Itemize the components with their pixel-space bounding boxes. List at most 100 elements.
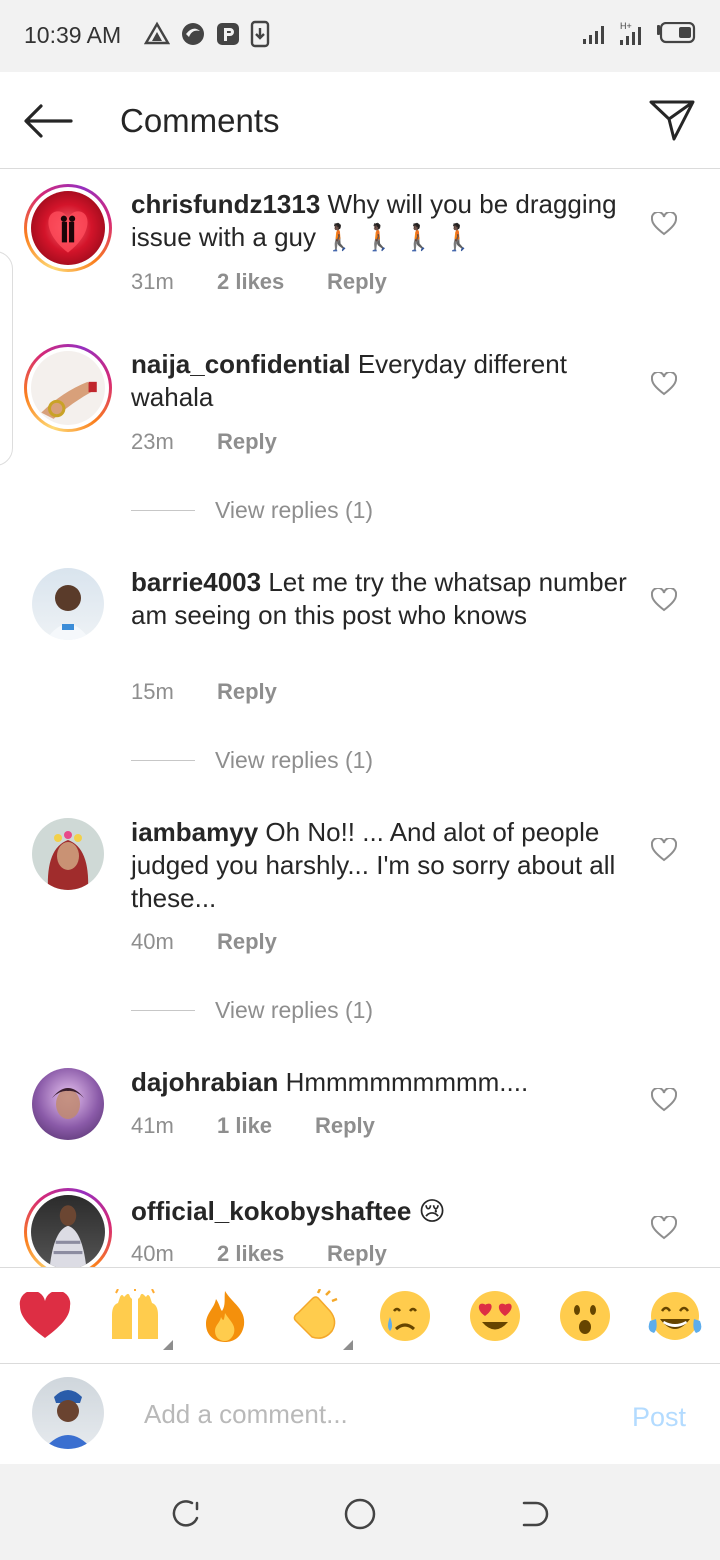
tears-of-joy-icon (648, 1292, 702, 1340)
reply-button[interactable]: Reply (217, 679, 277, 705)
comment-likes[interactable]: 2 likes (217, 1241, 327, 1267)
comment-likes[interactable]: 2 likes (217, 269, 327, 295)
status-bar: 10:39 AM H+ (0, 0, 720, 72)
status-system-icons: H+ (582, 20, 696, 46)
avatar[interactable] (24, 344, 112, 432)
like-heart-button[interactable] (648, 209, 680, 239)
download-notification-icon (250, 20, 270, 48)
view-replies-button[interactable]: View replies (1) (131, 497, 373, 524)
comment-time: 40m (131, 929, 174, 954)
side-edge-panel-handle[interactable] (0, 251, 13, 466)
home-button[interactable] (340, 1494, 380, 1534)
crying-face-icon (380, 1291, 430, 1341)
comment-list[interactable]: chrisfundz1313 Why will you be dragging … (0, 169, 720, 1267)
reply-button[interactable]: Reply (327, 1241, 387, 1267)
comment-text: iambamyy Oh No!! ... And alot of people … (131, 816, 631, 915)
avatar[interactable] (24, 1188, 112, 1267)
crying-face-emoji-button[interactable] (377, 1288, 433, 1344)
like-heart-button[interactable] (648, 1213, 680, 1243)
comment-time: 23m (131, 429, 174, 454)
home-circle-icon (344, 1498, 376, 1530)
like-heart-button[interactable] (648, 1085, 680, 1115)
view-replies-button[interactable]: View replies (1) (131, 747, 373, 774)
comment-meta: 40m 2 likes Reply (131, 1241, 387, 1267)
comment-meta: 23m Reply (131, 429, 277, 455)
like-heart-button[interactable] (648, 835, 680, 865)
comment-likes[interactable]: 1 like (217, 1113, 315, 1139)
view-replies-label: View replies (1) (215, 747, 374, 773)
heart-eyes-icon (470, 1291, 520, 1341)
red-heart-emoji-button[interactable] (17, 1288, 73, 1344)
recent-apps-button[interactable] (166, 1494, 206, 1534)
recent-apps-icon (172, 1500, 199, 1527)
reply-button[interactable]: Reply (327, 269, 387, 295)
raising-hands-emoji-button[interactable] (107, 1288, 173, 1350)
page-title: Comments (120, 102, 280, 139)
divider-line (131, 760, 195, 761)
paper-plane-icon (649, 100, 695, 141)
reply-button[interactable]: Reply (217, 929, 277, 955)
heart-outline-icon (651, 588, 677, 612)
avatar[interactable] (32, 1068, 104, 1140)
back-nav-button[interactable] (514, 1494, 554, 1534)
avatar[interactable] (32, 568, 104, 640)
skin-tone-corner-icon (343, 1340, 353, 1350)
view-replies-button[interactable]: View replies (1) (131, 997, 373, 1024)
raising-hands-icon (112, 1289, 158, 1339)
back-nav-icon (522, 1501, 549, 1527)
astonished-face-icon (560, 1291, 610, 1341)
comment-username[interactable]: iambamyy (131, 817, 258, 847)
astonished-face-emoji-button[interactable] (557, 1288, 613, 1344)
comment-username[interactable]: official_kokobyshaftee (131, 1196, 411, 1226)
triangle-notification-icon (144, 21, 170, 45)
heart-eyes-emoji-button[interactable] (467, 1288, 523, 1344)
skin-tone-corner-icon (163, 1340, 173, 1350)
red-heart-icon (19, 1292, 71, 1338)
comment-meta: 15m Reply (131, 679, 277, 705)
status-notification-icons (144, 20, 270, 48)
divider-line (131, 510, 195, 511)
p-notification-icon (217, 23, 239, 45)
avatar[interactable] (24, 184, 112, 272)
comment-text: barrie4003 Let me try the whatsap number… (131, 566, 631, 632)
comment-input[interactable] (144, 1394, 584, 1434)
share-button[interactable] (644, 94, 700, 146)
tears-of-joy-emoji-button[interactable] (647, 1288, 703, 1344)
post-button[interactable]: Post (632, 1402, 686, 1433)
like-heart-button[interactable] (648, 585, 680, 615)
heart-outline-icon (651, 838, 677, 862)
comment-time: 15m (131, 679, 174, 704)
view-replies-label: View replies (1) (215, 997, 374, 1023)
clapping-hands-icon (293, 1289, 338, 1339)
comment-text: chrisfundz1313 Why will you be dragging … (131, 188, 631, 254)
header: Comments (0, 72, 720, 169)
comment-text: naija_confidential Everyday different wa… (131, 348, 631, 414)
comment-username[interactable]: barrie4003 (131, 567, 261, 597)
comment-text: dajohrabian Hmmmmmmmmm.... (131, 1066, 631, 1099)
clapping-hands-emoji-button[interactable] (287, 1288, 353, 1350)
fire-emoji-button[interactable] (197, 1288, 253, 1344)
heart-outline-icon (651, 1088, 677, 1112)
comment-time: 40m (131, 1241, 174, 1266)
comment-time: 31m (131, 269, 174, 294)
reply-button[interactable]: Reply (315, 1113, 375, 1139)
comment-body: Hmmmmmmmmm.... (285, 1067, 529, 1097)
back-button[interactable] (18, 96, 78, 146)
heart-outline-icon (651, 212, 677, 236)
comment-composer: Post (0, 1364, 720, 1464)
signal-4g-icon: H+ (620, 21, 641, 45)
emoji-quick-bar (0, 1267, 720, 1364)
divider-line (131, 1010, 195, 1011)
avatar[interactable] (32, 818, 104, 890)
comment-meta: 41m 1 like Reply (131, 1113, 375, 1139)
swirl-notification-icon (182, 23, 204, 45)
reply-button[interactable]: Reply (217, 429, 277, 455)
comment-username[interactable]: chrisfundz1313 (131, 189, 320, 219)
comment-username[interactable]: naija_confidential (131, 349, 351, 379)
like-heart-button[interactable] (648, 369, 680, 399)
back-arrow-icon (24, 104, 73, 138)
comment-username[interactable]: dajohrabian (131, 1067, 278, 1097)
status-time: 10:39 AM (24, 22, 122, 48)
system-navigation-bar (0, 1464, 720, 1560)
heart-outline-icon (651, 372, 677, 396)
